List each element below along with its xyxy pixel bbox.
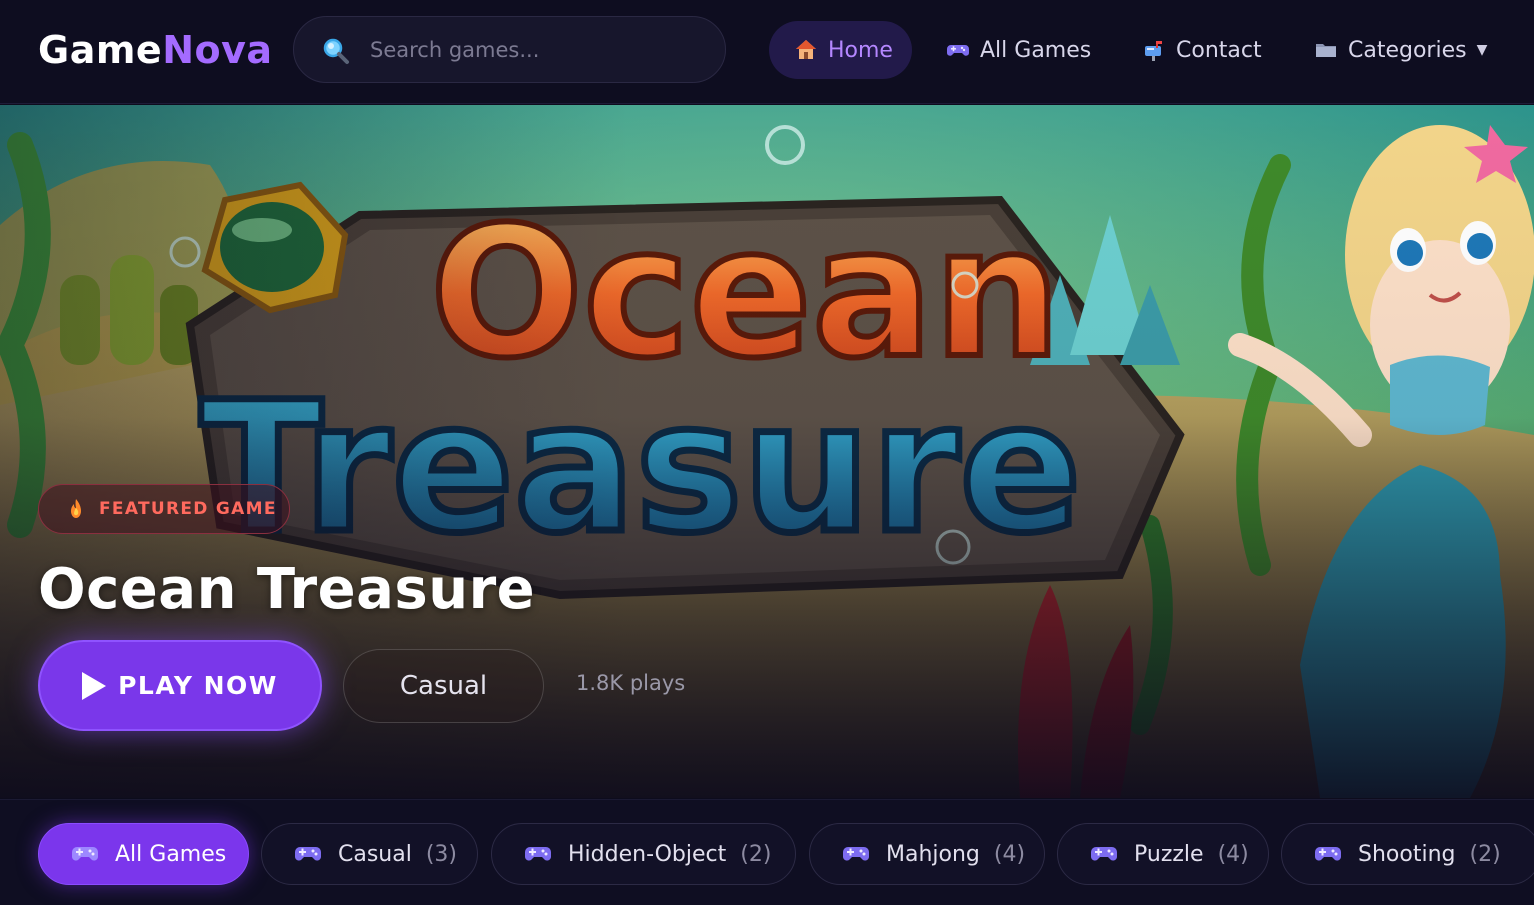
search-input[interactable] bbox=[370, 31, 700, 69]
category-label: Casual bbox=[338, 841, 412, 867]
top-navbar: GameNova Home All Games bbox=[0, 0, 1534, 104]
house-icon bbox=[796, 40, 816, 59]
gamepad-icon bbox=[295, 847, 321, 861]
gamepad-icon bbox=[947, 45, 969, 56]
nav-categories-dropdown[interactable]: Categories ▼ bbox=[1314, 21, 1487, 79]
featured-hero-banner[interactable]: Ocean Treasure FEATURED GAME Ocean Treas… bbox=[0, 105, 1534, 798]
nav-all-games-label: All Games bbox=[980, 37, 1092, 63]
nav-categories-label: Categories bbox=[1348, 37, 1467, 63]
nav-contact-label: Contact bbox=[1176, 37, 1262, 63]
category-count: (4) bbox=[993, 841, 1026, 867]
category-count: (2) bbox=[740, 841, 772, 867]
fire-icon bbox=[71, 499, 81, 518]
category-chip-casual[interactable]: Casual (3) bbox=[261, 823, 478, 885]
featured-game-title: Ocean Treasure bbox=[38, 557, 536, 622]
search-icon bbox=[323, 38, 349, 64]
category-label: Hidden-Object bbox=[568, 841, 727, 867]
category-chip-hidden-object[interactable]: Hidden-Object (2) bbox=[491, 823, 796, 885]
nav-home[interactable]: Home bbox=[769, 21, 912, 79]
nav-all-games[interactable]: All Games bbox=[946, 21, 1091, 79]
category-filter-bar: All Games Casual (3) Hidden-Object (2) M… bbox=[0, 799, 1534, 905]
category-chip-puzzle[interactable]: Puzzle (4) bbox=[1057, 823, 1269, 885]
chevron-down-icon: ▼ bbox=[1476, 42, 1488, 58]
gamepad-icon bbox=[72, 847, 98, 861]
folder-icon bbox=[1316, 44, 1336, 57]
logo-text-game: Game bbox=[38, 28, 163, 72]
gamepad-icon bbox=[525, 847, 551, 861]
featured-badge: FEATURED GAME bbox=[38, 484, 290, 534]
search-bar bbox=[293, 16, 726, 83]
gamepad-icon bbox=[1315, 847, 1341, 861]
play-now-label: PLAY NOW bbox=[118, 671, 278, 700]
category-count: (3) bbox=[425, 841, 458, 867]
category-count: (2) bbox=[1469, 841, 1501, 867]
category-chip-shooting[interactable]: Shooting (2) bbox=[1281, 823, 1534, 885]
category-label: Mahjong bbox=[886, 841, 980, 867]
play-icon bbox=[82, 671, 107, 700]
genre-tag[interactable]: Casual bbox=[343, 649, 544, 723]
category-chip-mahjong[interactable]: Mahjong (4) bbox=[809, 823, 1045, 885]
site-logo[interactable]: GameNova bbox=[38, 26, 273, 74]
gamepad-icon bbox=[843, 847, 869, 861]
nav-contact[interactable]: Contact bbox=[1142, 21, 1262, 79]
mailbox-icon bbox=[1145, 41, 1162, 61]
nav-home-label: Home bbox=[828, 37, 893, 63]
category-count: (4) bbox=[1217, 841, 1249, 867]
play-now-button[interactable]: PLAY NOW bbox=[38, 640, 322, 731]
logo-text-nova: Nova bbox=[162, 28, 273, 72]
category-label: All Games bbox=[115, 841, 227, 867]
category-label: Puzzle bbox=[1134, 841, 1204, 867]
featured-badge-label: FEATURED GAME bbox=[99, 499, 277, 519]
category-chip-all-games[interactable]: All Games bbox=[38, 823, 249, 885]
category-label: Shooting bbox=[1358, 841, 1456, 867]
gamepad-icon bbox=[1091, 847, 1117, 861]
play-count: 1.8K plays bbox=[576, 671, 686, 695]
